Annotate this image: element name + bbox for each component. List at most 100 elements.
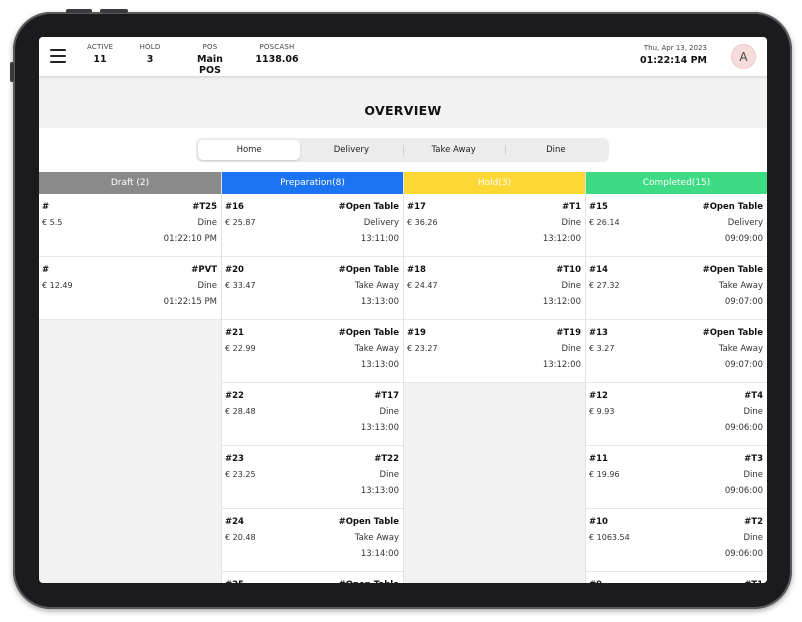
order-time: 13:12:00 (542, 360, 581, 370)
order-type: Dine (197, 281, 217, 291)
order-card[interactable]: #12 #T4 € 9.93 Dine 09:06:00 (586, 383, 767, 446)
order-table: #Open Table (338, 517, 399, 527)
order-card[interactable]: #9 #T1 (586, 572, 767, 583)
device-button (10, 62, 14, 82)
order-amount: € 33.47 (225, 281, 256, 290)
column-header-preparation[interactable]: Preparation(8) (222, 172, 403, 194)
order-type: Dine (379, 470, 399, 480)
order-table: #Open Table (338, 328, 399, 338)
order-amount: € 1063.54 (589, 533, 630, 542)
order-table: #T4 (744, 391, 763, 401)
order-amount: € 26.14 (589, 218, 620, 227)
order-time: 01:22:10 PM (163, 234, 217, 244)
order-number: #15 (589, 202, 608, 212)
order-type: Take Away (354, 533, 399, 543)
order-card[interactable]: #22 #T17 € 28.48 Dine 13:13:00 (222, 383, 403, 446)
order-amount: € 19.96 (589, 470, 620, 479)
order-type: Dine (743, 533, 763, 543)
order-type: Dine (561, 218, 581, 228)
column-preparation: Preparation(8) #16 #Open Table € 25.87 Deliv… (221, 172, 403, 583)
order-card[interactable]: #24 #Open Table € 20.48 Take Away 13:14:00 (222, 509, 403, 572)
order-card[interactable]: #25 #Open Table (222, 572, 403, 583)
order-amount: € 9.93 (589, 407, 615, 416)
avatar[interactable]: A (731, 44, 756, 69)
order-number: #13 (589, 328, 608, 338)
date-time: Thu, Apr 13, 2023 01:22:14 PM (640, 44, 707, 66)
order-table: #Open Table (338, 202, 399, 212)
order-card[interactable]: # #PVT € 12.49 Dine 01:22:15 PM (39, 257, 221, 320)
order-card[interactable]: #13 #Open Table € 3.27 Take Away 09:07:00 (586, 320, 767, 383)
hamburger-menu-icon[interactable] (50, 49, 66, 63)
stat-label: ACTIVE (87, 43, 114, 51)
order-number: #16 (225, 202, 244, 212)
order-table: #T1 (562, 202, 581, 212)
order-card[interactable]: #23 #T22 € 23.25 Dine 13:13:00 (222, 446, 403, 509)
stat-value: Main POS (197, 54, 223, 76)
order-time: 13:12:00 (542, 297, 581, 307)
order-number: #25 (225, 577, 244, 583)
order-number: #18 (407, 265, 426, 275)
order-card[interactable]: #16 #Open Table € 25.87 Delivery 13:11:00 (222, 194, 403, 257)
order-type: Dine (379, 407, 399, 417)
order-number: #20 (225, 265, 244, 275)
order-card[interactable]: #20 #Open Table € 33.47 Take Away 13:13:00 (222, 257, 403, 320)
stat-label: POS (202, 43, 218, 51)
order-time: 13:11:00 (360, 234, 399, 244)
order-time: 09:07:00 (724, 360, 763, 370)
stat-label: HOLD (139, 43, 161, 51)
order-card[interactable]: #19 #T19 € 23.27 Dine 13:12:00 (404, 320, 585, 383)
order-card[interactable]: #10 #T2 € 1063.54 Dine 09:06:00 (586, 509, 767, 572)
order-number: #17 (407, 202, 426, 212)
order-time: 09:09:00 (724, 234, 763, 244)
device-button (66, 9, 92, 13)
order-time: 09:06:00 (724, 549, 763, 559)
order-time: 13:13:00 (360, 360, 399, 370)
column-header-draft[interactable]: Draft (2) (39, 172, 221, 194)
order-type: Delivery (363, 218, 399, 228)
current-time: 01:22:14 PM (640, 55, 707, 66)
order-number: # (42, 202, 50, 212)
order-amount: € 25.87 (225, 218, 256, 227)
device-button (100, 9, 128, 13)
order-time: 09:06:00 (724, 486, 763, 496)
order-amount: € 24.47 (407, 281, 438, 290)
order-number: #24 (225, 517, 244, 527)
column-header-hold[interactable]: Hold(3) (404, 172, 585, 194)
order-card[interactable]: #11 #T3 € 19.96 Dine 09:06:00 (586, 446, 767, 509)
tab-delivery[interactable]: Delivery (300, 140, 402, 160)
order-amount: € 36.26 (407, 218, 438, 227)
tab-home[interactable]: Home (198, 140, 301, 160)
top-bar: ACTIVE 11 HOLD 3 POS Main POS POSCASH 11… (39, 37, 767, 77)
order-table: #Open Table (702, 265, 763, 275)
order-amount: € 28.48 (225, 407, 256, 416)
order-card[interactable]: #18 #T10 € 24.47 Dine 13:12:00 (404, 257, 585, 320)
order-time: 13:13:00 (360, 486, 399, 496)
order-amount: € 3.27 (589, 344, 615, 353)
order-type: Dine (561, 344, 581, 354)
stat-pos: POS Main POS (185, 43, 235, 76)
column-header-completed[interactable]: Completed(15) (586, 172, 767, 194)
tab-dine[interactable]: Dine (504, 140, 607, 160)
order-time: 09:07:00 (724, 297, 763, 307)
order-time: 13:13:00 (360, 297, 399, 307)
tab-take-away[interactable]: Take Away (402, 140, 505, 160)
order-type: Dine (561, 281, 581, 291)
order-type: Take Away (354, 281, 399, 291)
stat-label: POSCASH (259, 43, 295, 51)
order-card[interactable]: #15 #Open Table € 26.14 Delivery 09:09:00 (586, 194, 767, 257)
order-type: Take Away (718, 344, 763, 354)
order-card[interactable]: # #T25 € 5.5 Dine 01:22:10 PM (39, 194, 221, 257)
stat-hold: HOLD 3 (137, 43, 163, 65)
order-amount: € 5.5 (42, 218, 63, 227)
order-amount: € 27.32 (589, 281, 620, 290)
order-table: #T17 (374, 391, 399, 401)
order-card[interactable]: #14 #Open Table € 27.32 Take Away 09:07:00 (586, 257, 767, 320)
order-card[interactable]: #17 #T1 € 36.26 Dine 13:12:00 (404, 194, 585, 257)
column-draft: Draft (2) # #T25 € 5.5 Dine 01:22:10 PM # #PVT €… (39, 172, 221, 583)
order-amount: € 20.48 (225, 533, 256, 542)
order-card[interactable]: #21 #Open Table € 22.99 Take Away 13:13:00 (222, 320, 403, 383)
order-type: Take Away (354, 344, 399, 354)
order-number: # (42, 265, 50, 275)
order-table: #T25 (192, 202, 217, 212)
column-hold: Hold(3) #17 #T1 € 36.26 Dine 13:12:00 #18 #T10 €… (403, 172, 585, 583)
